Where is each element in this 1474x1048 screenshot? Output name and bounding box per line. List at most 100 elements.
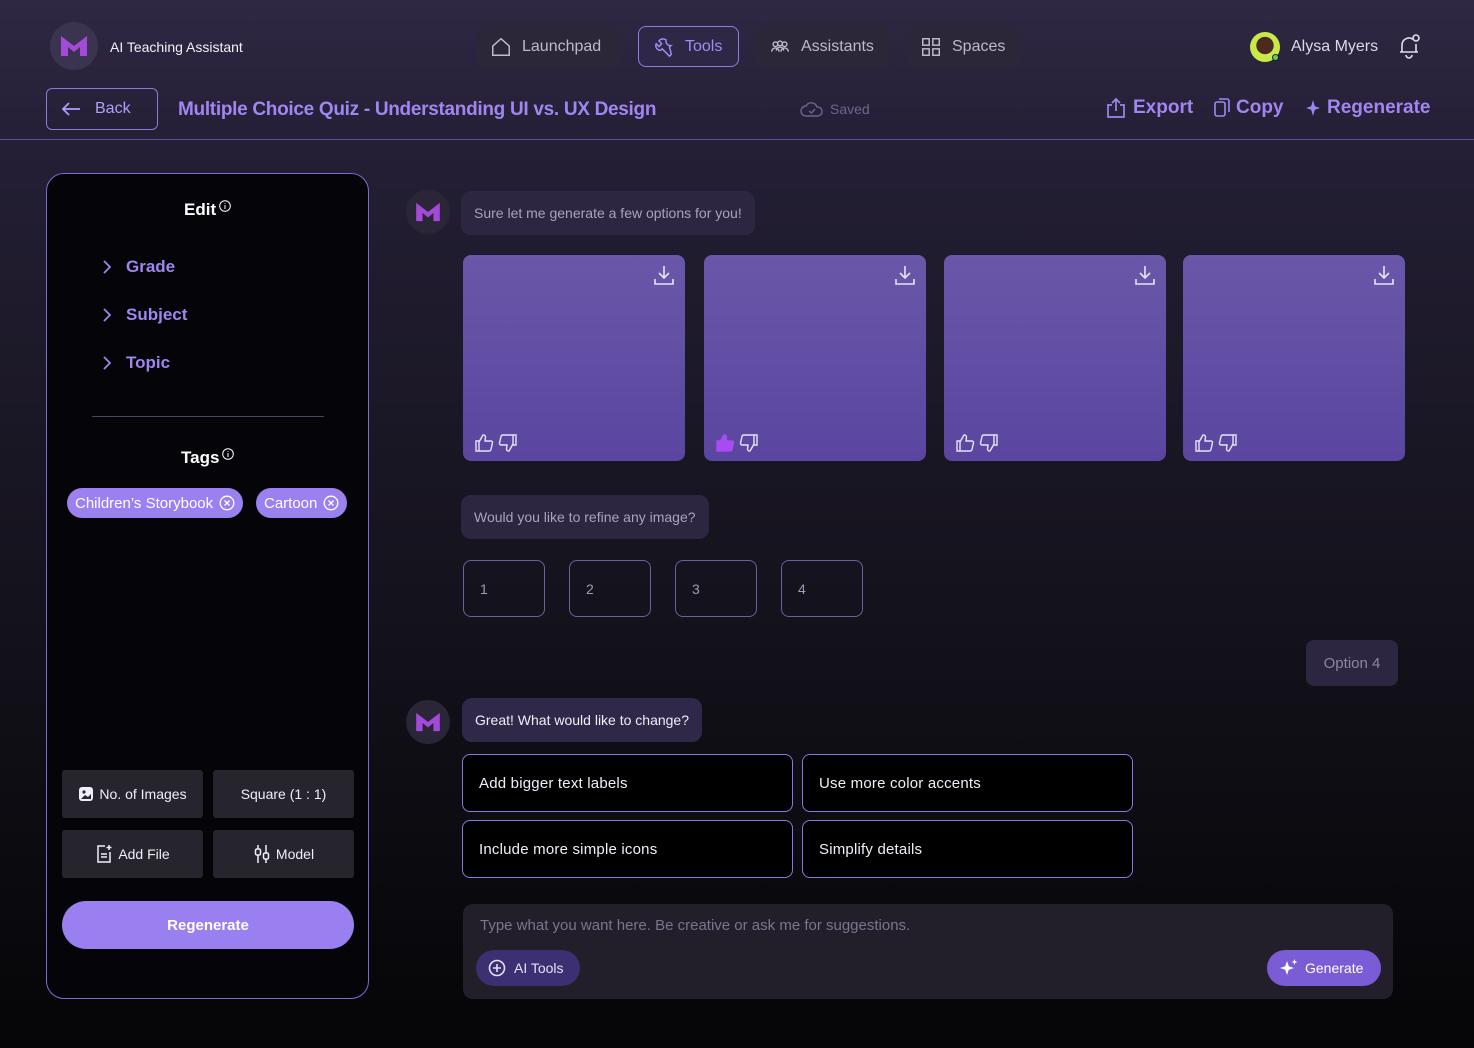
thumbs-up-icon[interactable]: [474, 433, 494, 453]
header-divider: [0, 139, 1474, 140]
sliders-icon: [254, 845, 270, 863]
generated-image-card-1[interactable]: [463, 255, 685, 461]
ai-tools-label: AI Tools: [514, 960, 564, 976]
assistant-avatar: [406, 700, 450, 744]
export-icon: [1107, 97, 1125, 118]
feedback-buttons: [955, 433, 999, 453]
model-button[interactable]: Model: [213, 830, 354, 878]
bell-icon[interactable]: [1397, 33, 1421, 59]
generate-button[interactable]: Generate: [1267, 950, 1381, 986]
regenerate-header-button[interactable]: Regenerate: [1305, 97, 1431, 119]
tab-spaces[interactable]: Spaces: [906, 26, 1022, 67]
copy-button[interactable]: Copy: [1214, 97, 1284, 119]
download-icon[interactable]: [1134, 264, 1156, 286]
suggestion-button[interactable]: Use more color accents: [802, 754, 1133, 812]
saved-status: Saved: [800, 100, 870, 118]
wrench-icon: [655, 37, 673, 57]
regenerate-button[interactable]: Regenerate: [62, 901, 354, 949]
logo-icon: [416, 202, 440, 222]
image-icon: [79, 787, 94, 801]
export-button[interactable]: Export: [1105, 97, 1193, 119]
thumbs-down-icon[interactable]: [979, 433, 999, 453]
tab-label: Assistants: [801, 37, 874, 55]
thumbs-down-icon[interactable]: [498, 433, 518, 453]
home-icon: [492, 37, 510, 56]
logo-icon: [416, 712, 440, 732]
export-label: Export: [1133, 97, 1194, 118]
accordion-label: Subject: [126, 305, 188, 324]
number-of-images-label: No. of Images: [99, 786, 187, 802]
accordion-label: Topic: [126, 353, 171, 372]
thumbs-down-icon[interactable]: [1218, 433, 1238, 453]
add-file-button[interactable]: Add File: [62, 830, 203, 878]
tag-chip: Cartoon: [256, 488, 348, 518]
tag-label: Cartoon: [264, 494, 318, 512]
app-logo[interactable]: [50, 22, 98, 70]
saved-label: Saved: [830, 101, 870, 117]
generated-image-card-3[interactable]: [944, 255, 1166, 461]
feedback-buttons: [474, 433, 518, 453]
back-button[interactable]: Back: [46, 88, 158, 130]
aspect-ratio-button[interactable]: Square (1 : 1): [213, 770, 354, 818]
sparkle-icon: [1306, 100, 1320, 116]
assistant-avatar: [406, 190, 450, 234]
user-name[interactable]: Alysa Myers: [1291, 38, 1378, 56]
edit-heading: Edit: [184, 200, 231, 220]
download-icon[interactable]: [894, 264, 916, 286]
accordion-topic[interactable]: Topic: [102, 353, 170, 373]
download-icon[interactable]: [653, 264, 675, 286]
accordion-subject[interactable]: Subject: [102, 305, 187, 325]
tab-label: Tools: [685, 37, 723, 55]
sparkles-icon: [1280, 959, 1298, 975]
tag-label: Children’s Storybook: [75, 494, 214, 512]
online-status-dot: [1272, 54, 1279, 61]
download-icon[interactable]: [1373, 264, 1395, 286]
tab-launchpad[interactable]: Launchpad: [476, 26, 622, 67]
remove-tag-icon[interactable]: [219, 495, 235, 511]
generated-image-card-2[interactable]: [704, 255, 926, 461]
chevron-right-icon: [103, 308, 112, 322]
option-button-3[interactable]: 3: [675, 560, 757, 617]
copy-label: Copy: [1236, 97, 1284, 118]
assistant-message: Would you like to refine any image?: [461, 495, 709, 539]
generated-image-card-4[interactable]: [1183, 255, 1405, 461]
suggestion-button[interactable]: Add bigger text labels: [462, 754, 793, 812]
tab-tools[interactable]: Tools: [638, 26, 739, 67]
message-input-placeholder[interactable]: Type what you want here. Be creative or …: [480, 917, 910, 934]
panel-divider: [92, 416, 324, 417]
info-icon[interactable]: [219, 200, 231, 212]
tags-heading-label: Tags: [181, 448, 220, 467]
regenerate-label: Regenerate: [1327, 97, 1431, 118]
accordion-grade[interactable]: Grade: [102, 257, 175, 277]
cloud-check-icon: [800, 102, 823, 117]
arrow-left-icon: [61, 102, 80, 116]
tab-assistants[interactable]: Assistants: [755, 26, 890, 67]
thumbs-up-icon[interactable]: [715, 433, 735, 453]
users-icon: [771, 39, 789, 52]
user-message: Option 4: [1306, 640, 1398, 686]
suggestion-button[interactable]: Simplify details: [802, 820, 1133, 878]
number-of-images-button[interactable]: No. of Images: [62, 770, 203, 818]
option-button-2[interactable]: 2: [569, 560, 651, 617]
add-file-label: Add File: [118, 846, 170, 862]
tab-label: Launchpad: [522, 37, 602, 55]
tag-chip: Children’s Storybook: [67, 488, 244, 518]
thumbs-down-icon[interactable]: [739, 433, 759, 453]
feedback-buttons: [715, 433, 759, 453]
remove-tag-icon[interactable]: [323, 495, 339, 511]
assistant-message: Sure let me generate a few options for y…: [461, 191, 755, 235]
thumbs-up-icon[interactable]: [955, 433, 975, 453]
chevron-right-icon: [103, 356, 112, 370]
generate-label: Generate: [1305, 960, 1364, 976]
ai-tools-button[interactable]: AI Tools: [476, 950, 580, 986]
thumbs-up-icon[interactable]: [1194, 433, 1214, 453]
option-button-4[interactable]: 4: [781, 560, 863, 617]
page-title: Multiple Choice Quiz - Understanding UI …: [178, 99, 657, 120]
option-button-1[interactable]: 1: [463, 560, 545, 617]
tags-heading: Tags: [181, 448, 235, 468]
suggestion-button[interactable]: Include more simple icons: [462, 820, 793, 878]
tab-label: Spaces: [952, 37, 1006, 55]
add-file-icon: [97, 845, 112, 863]
aspect-ratio-label: Square (1 : 1): [240, 786, 327, 802]
info-icon[interactable]: [222, 448, 235, 460]
